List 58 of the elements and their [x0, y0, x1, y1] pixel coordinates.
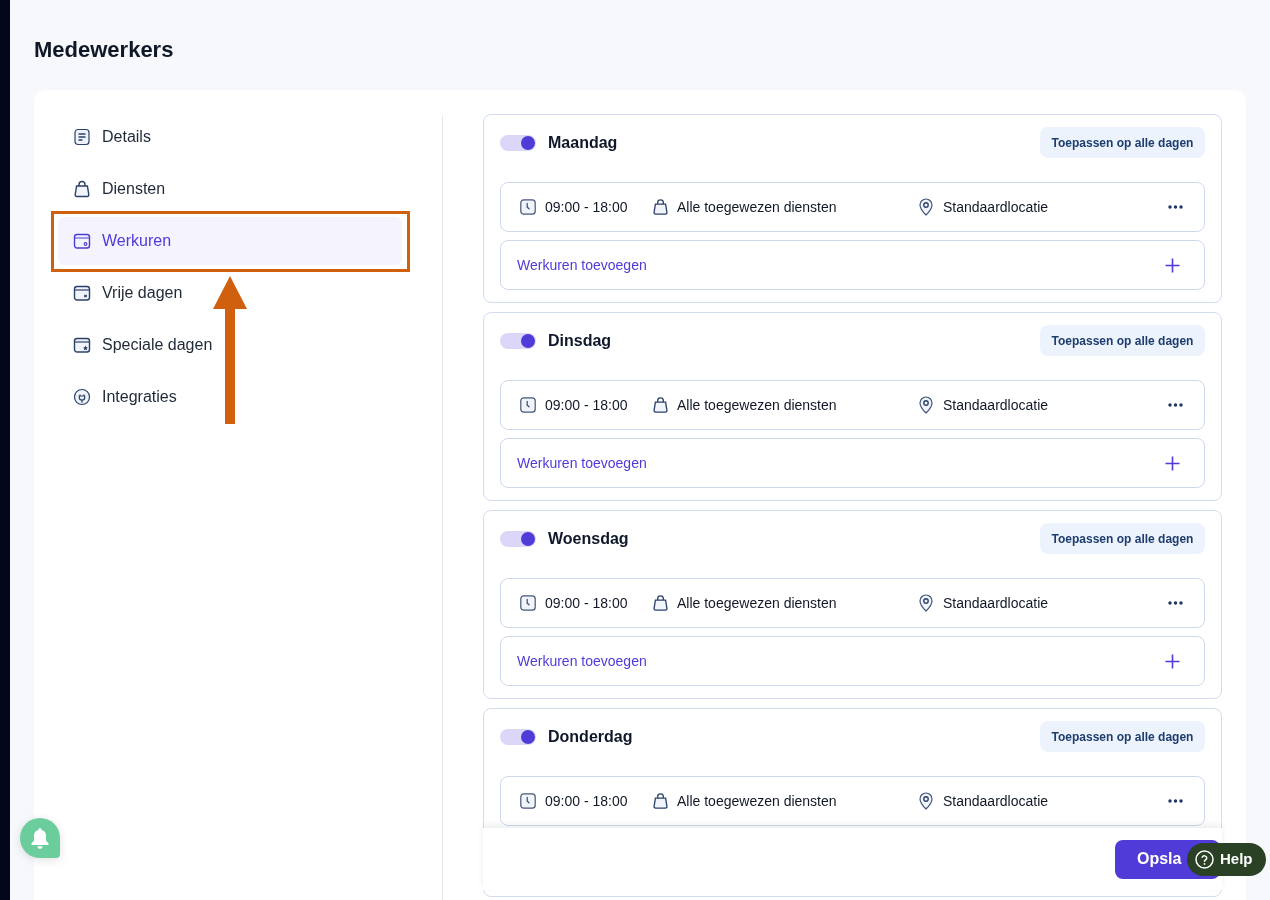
day-name: Dinsdag	[548, 330, 612, 351]
shift-time: 09:00 - 18:00	[545, 593, 628, 613]
page-title: Medewerkers	[34, 36, 175, 64]
plus-icon	[1165, 257, 1180, 273]
day-name: Woensdag	[548, 528, 629, 549]
shift-location: Standaardlocatie	[943, 593, 1049, 613]
shift-services: Alle toegewezen diensten	[677, 395, 837, 415]
toggle-switch[interactable]	[500, 728, 536, 745]
bag-icon	[652, 396, 669, 414]
sidebar-item[interactable]: Diensten	[58, 165, 402, 213]
clock-icon	[520, 397, 536, 413]
plus-icon	[1165, 653, 1180, 669]
shift-time: 09:00 - 18:00	[545, 395, 628, 415]
sidebar-item[interactable]: Details	[58, 113, 402, 161]
help-button[interactable]: Help	[1187, 843, 1266, 876]
day-name: Maandag	[548, 132, 618, 153]
toggle-switch[interactable]	[500, 530, 536, 547]
calendar-icon	[73, 232, 91, 250]
bag-icon	[652, 792, 669, 810]
plug-icon	[73, 388, 91, 406]
shift-time: 09:00 - 18:00	[545, 791, 628, 811]
shift-services: Alle toegewezen diensten	[677, 791, 837, 811]
more-icon[interactable]	[1168, 205, 1183, 209]
toggle-switch[interactable]	[500, 332, 536, 349]
apply-all-days-button[interactable]: Toepassen op alle dagen	[1040, 127, 1205, 158]
location-pin-icon	[919, 198, 933, 216]
toggle-switch[interactable]	[500, 134, 536, 151]
shift-location: Standaardlocatie	[943, 395, 1049, 415]
bell-icon	[30, 827, 50, 849]
document-icon	[73, 128, 91, 146]
apply-all-days-button[interactable]: Toepassen op alle dagen	[1040, 325, 1205, 356]
shift-time: 09:00 - 18:00	[545, 197, 628, 217]
clock-icon	[520, 793, 536, 809]
location-pin-icon	[919, 594, 933, 612]
shift-services: Alle toegewezen diensten	[677, 593, 837, 613]
apply-all-days-button[interactable]: Toepassen op alle dagen	[1040, 721, 1205, 752]
bag-icon	[652, 594, 669, 612]
apply-all-days-button[interactable]: Toepassen op alle dagen	[1040, 523, 1205, 554]
add-hours-button[interactable]: Werkuren toevoegen	[500, 438, 1205, 488]
more-icon[interactable]	[1168, 403, 1183, 407]
day-name: Donderdag	[548, 726, 633, 747]
more-icon[interactable]	[1168, 799, 1183, 803]
location-pin-icon	[919, 792, 933, 810]
clock-icon	[520, 199, 536, 215]
shift-location: Standaardlocatie	[943, 197, 1049, 217]
bag-icon	[73, 180, 91, 198]
location-pin-icon	[919, 396, 933, 414]
shift-location: Standaardlocatie	[943, 791, 1049, 811]
add-hours-button[interactable]: Werkuren toevoegen	[500, 636, 1205, 686]
question-circle-icon	[1195, 850, 1214, 869]
sidebar-item[interactable]: Werkuren	[58, 217, 402, 265]
clock-icon	[520, 595, 536, 611]
shift-services: Alle toegewezen diensten	[677, 197, 837, 217]
more-icon[interactable]	[1168, 601, 1183, 605]
bag-icon	[652, 198, 669, 216]
add-hours-button[interactable]: Werkuren toevoegen	[500, 240, 1205, 290]
plus-icon	[1165, 455, 1180, 471]
calendar-x-icon	[73, 284, 91, 302]
